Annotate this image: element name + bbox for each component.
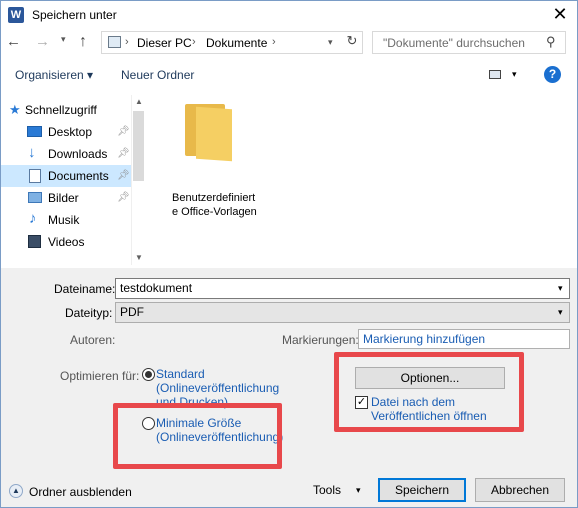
folder-label[interactable]: Benutzerdefiniert e Office-Vorlagen	[172, 191, 264, 219]
radio-selected-dot	[145, 371, 152, 378]
close-icon[interactable]: ✕	[548, 4, 572, 24]
scroll-up-icon[interactable]: ▲	[135, 97, 143, 106]
new-folder-button[interactable]: Neuer Ordner	[121, 68, 194, 82]
document-icon	[29, 169, 41, 183]
refresh-icon[interactable]: ↻	[343, 33, 361, 51]
nav-item-label: Videos	[48, 235, 85, 249]
music-icon: ♪	[29, 210, 37, 227]
filetype-dropdown-chevron-icon[interactable]: ▾	[558, 307, 563, 318]
nav-item-pictures[interactable]: Bilder 📌︎	[0, 187, 131, 209]
filename-label: Dateiname:	[54, 282, 116, 296]
filetype-select[interactable]: PDF	[115, 302, 570, 323]
collapse-chevron-icon[interactable]: ▲	[9, 484, 23, 498]
nav-item-label: Desktop	[48, 125, 93, 139]
nav-item-desktop[interactable]: Desktop 📌︎	[0, 121, 131, 143]
up-arrow-icon[interactable]: ↑	[79, 32, 97, 52]
scroll-down-icon[interactable]: ▼	[135, 253, 143, 262]
word-app-icon: W	[8, 7, 24, 23]
breadcrumb-this-pc[interactable]: Dieser PC	[137, 36, 192, 50]
view-options-icon[interactable]	[489, 70, 501, 79]
pictures-icon	[28, 192, 42, 203]
highlight-box-minimum-size	[113, 403, 282, 469]
save-button[interactable]: Speichern	[378, 478, 466, 502]
nav-item-videos[interactable]: Videos	[0, 231, 131, 253]
breadcrumb-separator-icon[interactable]: ›	[272, 36, 276, 48]
nav-item-downloads[interactable]: ↓ Downloads 📌︎	[0, 143, 131, 165]
nav-item-label: Bilder	[48, 191, 79, 205]
pin-icon: 📌︎	[117, 148, 130, 159]
back-arrow-icon[interactable]: ←	[6, 32, 26, 52]
organize-button[interactable]: Organisieren ▾	[15, 68, 93, 82]
tools-dropdown-chevron-icon[interactable]: ▾	[356, 485, 361, 496]
address-dropdown-chevron-icon[interactable]: ▾	[328, 37, 333, 48]
star-icon: ★	[9, 102, 21, 117]
filename-input[interactable]: testdokument	[115, 278, 570, 299]
download-icon: ↓	[28, 144, 36, 161]
tags-input[interactable]: Markierung hinzufügen	[358, 329, 570, 349]
recent-locations-chevron-icon[interactable]: ▾	[61, 34, 73, 52]
navigation-pane: ★ Schnellzugriff Desktop 📌︎ ↓ Downloads …	[0, 95, 146, 265]
nav-scrollbar-thumb[interactable]	[133, 111, 144, 181]
help-icon[interactable]: ?	[544, 66, 561, 83]
nav-item-label: Downloads	[48, 147, 108, 161]
nav-item-label: Schnellzugriff	[25, 103, 97, 117]
filetype-label: Dateityp:	[65, 306, 113, 320]
search-placeholder: "Dokumente" durchsuchen	[383, 36, 525, 50]
hide-folders-button[interactable]: Ordner ausblenden	[29, 485, 132, 499]
optimize-label: Optimieren für:	[60, 369, 140, 383]
tags-label: Markierungen:	[282, 333, 359, 347]
nav-item-quick-access[interactable]: ★ Schnellzugriff	[0, 99, 131, 121]
folder-icon-front	[196, 106, 232, 162]
this-pc-icon	[108, 36, 121, 48]
breadcrumb-separator-icon[interactable]: ›	[125, 36, 129, 48]
cancel-button[interactable]: Abbrechen	[475, 478, 565, 502]
authors-label: Autoren:	[70, 333, 116, 347]
breadcrumb-separator-icon[interactable]: ›	[192, 36, 196, 48]
search-icon[interactable]: ⚲	[546, 34, 556, 50]
highlight-box-options	[334, 352, 524, 432]
nav-item-documents[interactable]: Documents 📌︎	[0, 165, 131, 187]
view-dropdown-chevron-icon[interactable]: ▾	[512, 69, 517, 80]
tools-button[interactable]: Tools	[313, 483, 341, 497]
window-title: Speichern unter	[32, 8, 117, 22]
forward-arrow-icon[interactable]: →	[35, 32, 53, 52]
filename-dropdown-chevron-icon[interactable]: ▾	[558, 283, 563, 294]
breadcrumb-documents[interactable]: Dokumente	[206, 36, 267, 50]
videos-icon	[28, 235, 41, 248]
pin-icon: 📌︎	[117, 126, 130, 137]
pin-icon: 📌︎	[117, 192, 130, 203]
nav-item-label: Documents	[48, 169, 109, 183]
nav-item-music[interactable]: ♪ Musik	[0, 209, 131, 231]
pin-icon: 📌︎	[117, 170, 130, 181]
nav-item-label: Musik	[48, 213, 80, 227]
desktop-icon	[27, 126, 42, 137]
